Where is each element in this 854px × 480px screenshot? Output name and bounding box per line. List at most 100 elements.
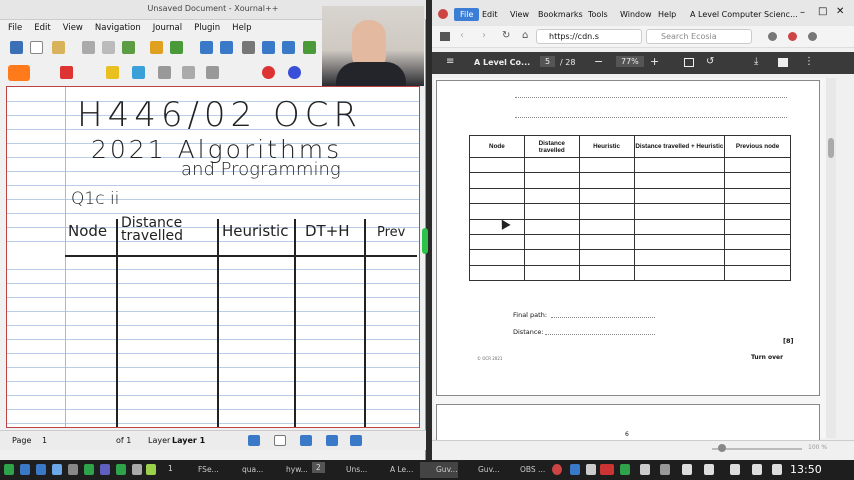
- new-page-icon[interactable]: [30, 41, 43, 54]
- copy-icon[interactable]: [102, 41, 115, 54]
- image-icon[interactable]: [132, 66, 145, 79]
- app-icon[interactable]: [146, 464, 156, 475]
- terminal-icon[interactable]: [36, 464, 46, 475]
- fit-page-icon[interactable]: [684, 58, 694, 67]
- menu-help[interactable]: Help: [232, 20, 251, 36]
- app-icon[interactable]: [100, 464, 110, 475]
- bluetooth-icon[interactable]: [570, 464, 580, 475]
- menu-plugin[interactable]: Plugin: [194, 20, 220, 36]
- pdf-zoom-select[interactable]: 77%: [616, 56, 644, 67]
- forward-icon[interactable]: ›: [482, 30, 486, 41]
- notification-icon[interactable]: [730, 464, 740, 475]
- layout-single-icon[interactable]: [248, 435, 260, 446]
- pdf-sidebar-toggle-icon[interactable]: ≡: [446, 56, 454, 67]
- pen-tool-icon[interactable]: [8, 65, 30, 81]
- zoom-out-icon[interactable]: −: [594, 55, 603, 68]
- shape-tool-icon[interactable]: [206, 66, 219, 79]
- menu-navigation[interactable]: Navigation: [95, 20, 141, 36]
- back-icon[interactable]: ‹: [460, 30, 464, 41]
- color-picker-icon[interactable]: [288, 66, 301, 79]
- extension-icon[interactable]: [808, 32, 817, 41]
- eraser-icon[interactable]: [60, 66, 73, 79]
- tray-icon[interactable]: [620, 464, 630, 475]
- zoom-fit-icon[interactable]: [300, 435, 312, 446]
- sidebar-icon[interactable]: [440, 32, 450, 41]
- clock[interactable]: 13:50: [790, 463, 822, 476]
- app-icon[interactable]: [116, 464, 126, 475]
- highlighter-icon[interactable]: [106, 66, 119, 79]
- url-bar[interactable]: https://cdn.s: [536, 29, 642, 44]
- tray-icon[interactable]: [586, 464, 596, 475]
- menu-help[interactable]: Help: [658, 10, 676, 19]
- reload-icon[interactable]: ↻: [502, 30, 510, 41]
- page-number-input[interactable]: 1: [42, 436, 47, 445]
- menu-edit[interactable]: Edit: [34, 20, 50, 36]
- save-icon[interactable]: [10, 41, 23, 54]
- menu-tools[interactable]: Tools: [588, 10, 608, 19]
- cut-icon[interactable]: [82, 41, 95, 54]
- more-options-icon[interactable]: ⋮: [804, 56, 814, 67]
- print-icon[interactable]: [778, 58, 788, 67]
- zoom-page-icon[interactable]: [326, 435, 338, 446]
- menu-file-active[interactable]: File: [454, 8, 480, 21]
- color-wheel-icon[interactable]: [552, 464, 562, 475]
- zoom-in-icon[interactable]: +: [650, 55, 659, 68]
- taskbar-item[interactable]: Guv...: [462, 462, 500, 478]
- goto-page-icon[interactable]: [242, 41, 255, 54]
- close-button[interactable]: ✕: [836, 6, 844, 17]
- tray-icon[interactable]: [660, 464, 670, 475]
- next-page-icon[interactable]: [262, 41, 275, 54]
- workspace-indicator[interactable]: 2: [312, 462, 325, 473]
- tray-icon[interactable]: [640, 464, 650, 475]
- pdf-scrollbar[interactable]: [826, 78, 836, 438]
- app-icon[interactable]: [132, 464, 142, 475]
- pdf-viewer[interactable]: Node Distance travelled Heuristic Distan…: [434, 78, 830, 444]
- menu-view[interactable]: View: [63, 20, 83, 36]
- search-input[interactable]: Search Ecosia: [646, 29, 752, 44]
- add-page-icon[interactable]: [303, 41, 316, 54]
- first-page-icon[interactable]: [200, 41, 213, 54]
- pdf-page-input[interactable]: 5: [540, 56, 556, 67]
- files-icon[interactable]: [20, 464, 30, 475]
- fullscreen-icon[interactable]: [350, 435, 362, 446]
- layer-select[interactable]: Layer 1: [172, 436, 205, 445]
- latex-icon[interactable]: [182, 66, 195, 79]
- app-icon[interactable]: [84, 464, 94, 475]
- workspace-indicator[interactable]: 1: [168, 464, 173, 473]
- calendar-icon[interactable]: [772, 464, 782, 475]
- camera-icon[interactable]: [752, 464, 762, 475]
- menu-edit[interactable]: Edit: [482, 10, 498, 19]
- scroll-thumb[interactable]: [828, 138, 834, 158]
- xournal-page-canvas[interactable]: H446/02 OCR 2021 Algorithms and Programm…: [6, 86, 420, 428]
- volume-icon[interactable]: [704, 464, 714, 475]
- taskbar-item[interactable]: A Le...: [374, 462, 413, 478]
- open-folder-icon[interactable]: [52, 41, 65, 54]
- color-red-icon[interactable]: [262, 66, 275, 79]
- start-menu-icon[interactable]: [4, 464, 14, 475]
- extension-icon[interactable]: [788, 32, 797, 41]
- menu-view[interactable]: View: [510, 10, 529, 19]
- taskbar-item[interactable]: hyw...: [270, 462, 308, 478]
- menu-bookmarks[interactable]: Bookmarks: [538, 10, 583, 19]
- prev-page-icon[interactable]: [220, 41, 233, 54]
- settings-icon[interactable]: [68, 464, 78, 475]
- scroll-handle[interactable]: [422, 228, 428, 254]
- last-page-icon[interactable]: [282, 41, 295, 54]
- minimize-button[interactable]: –: [800, 7, 805, 18]
- menu-window[interactable]: Window: [620, 10, 652, 19]
- paste-icon[interactable]: [122, 41, 135, 54]
- maximize-button[interactable]: □: [818, 6, 827, 17]
- taskbar-item[interactable]: FSe...: [182, 462, 219, 478]
- taskbar-item[interactable]: Uns...: [330, 462, 367, 478]
- zoom-slider-handle[interactable]: [718, 444, 726, 452]
- taskbar-item[interactable]: OBS ...: [504, 462, 545, 478]
- network-icon[interactable]: [682, 464, 692, 475]
- rotate-icon[interactable]: ↺: [706, 56, 714, 67]
- home-icon[interactable]: ⌂: [522, 30, 528, 41]
- taskbar-item[interactable]: qua...: [226, 462, 263, 478]
- text-tool-icon[interactable]: [158, 66, 171, 79]
- extension-icon[interactable]: [768, 32, 777, 41]
- menu-file[interactable]: File: [8, 20, 22, 36]
- browser-launch-icon[interactable]: [52, 464, 62, 475]
- layout-page-icon[interactable]: [274, 435, 286, 446]
